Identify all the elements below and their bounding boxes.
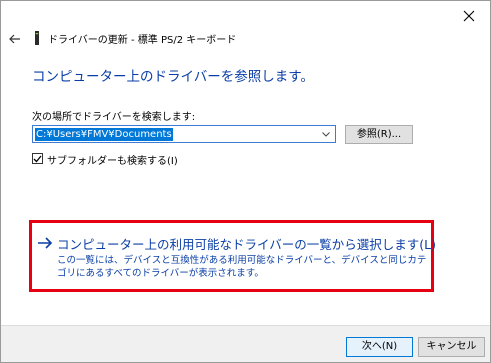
window-title: ドライバーの更新 - 標準 PS/2 キーボード [48,35,237,46]
pick-from-list-description: この一覧には、デバイスと互換性がある利用可能なドライバーと、デバイスと同じカテゴ… [57,255,427,279]
search-path-value[interactable]: C:¥Users¥FMV¥Documents [35,128,173,141]
browse-button[interactable]: 参照(R)... [345,125,413,144]
include-subfolders-checkbox[interactable] [32,153,43,164]
search-path-combobox[interactable]: C:¥Users¥FMV¥Documents [32,125,336,143]
page-heading: コンピューター上のドライバーを参照します。 [32,69,314,85]
dialog-footer [1,325,490,362]
back-button[interactable] [7,31,23,47]
close-button[interactable] [452,3,486,29]
right-arrow-icon[interactable] [37,236,53,250]
close-icon [463,10,475,22]
cancel-button[interactable]: キャンセル [418,337,485,357]
search-location-label: 次の場所でドライバーを検索します: [32,112,196,123]
dropdown-toggle[interactable] [320,128,332,140]
driver-update-window: ドライバーの更新 - 標準 PS/2 キーボード コンピューター上のドライバーを… [0,0,491,363]
include-subfolders-label[interactable]: サブフォルダーも検索する(I) [47,152,178,167]
checkmark-icon [33,155,42,162]
chevron-down-icon [322,131,330,137]
pick-from-list-link[interactable]: コンピューター上の利用可能なドライバーの一覧から選択します(L) [57,234,436,253]
keyboard-device-icon [35,31,39,45]
back-arrow-icon [9,34,20,44]
next-button[interactable]: 次へ(N) [346,337,413,357]
